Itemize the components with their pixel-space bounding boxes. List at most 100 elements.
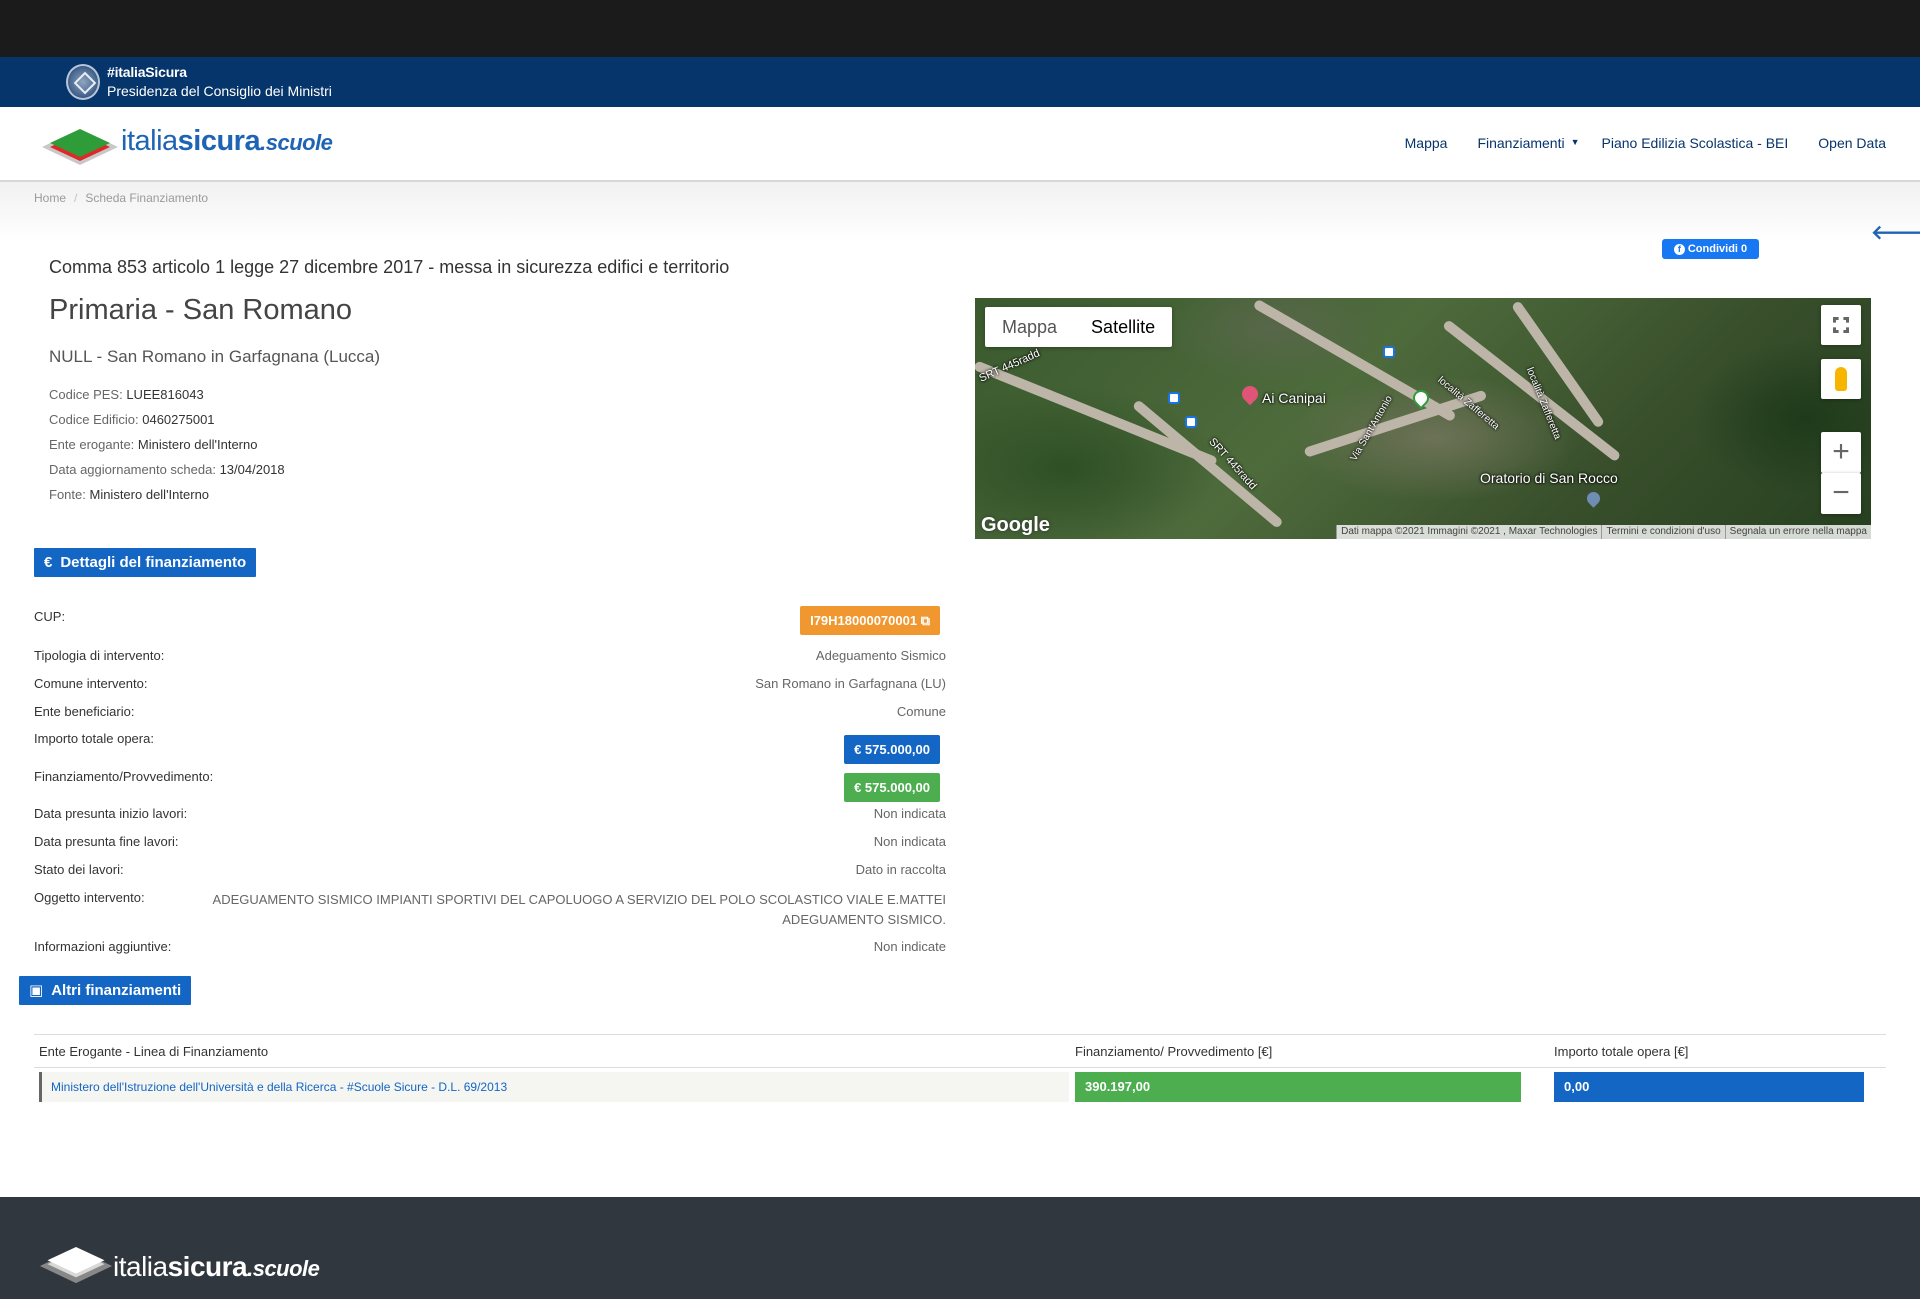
breadcrumb-separator: / — [74, 191, 78, 205]
importo-badge: € 575.000,00 — [844, 735, 940, 764]
meta-value: 13/04/2018 — [219, 462, 285, 477]
logo-part-sicura: sicura — [177, 125, 261, 157]
table-row-importo: 0,00 — [1554, 1072, 1864, 1102]
detail-value: Comune — [896, 704, 946, 719]
euro-icon: € — [44, 554, 53, 571]
meta-label: Codice Edificio: — [49, 412, 139, 427]
detail-value: € 575.000,00 — [844, 773, 940, 802]
map-label-ai-canipai: Ai Canipai — [1262, 390, 1326, 406]
map-type-mappa[interactable]: Mappa — [985, 307, 1074, 347]
facebook-share-button[interactable]: f Condividi 0 — [1662, 239, 1759, 259]
logo-icon[interactable] — [40, 125, 120, 169]
detail-label: Finanziamento/Provvedimento: — [34, 769, 214, 784]
footer-logo-part-scuole: .scuole — [247, 1256, 320, 1281]
column-header-ente: Ente Erogante - Linea di Finanziamento — [39, 1044, 269, 1059]
breadcrumb-home[interactable]: Home — [34, 191, 66, 205]
footer-logo-icon[interactable] — [38, 1245, 114, 1287]
share-label: Condividi 0 — [1687, 243, 1748, 255]
footer-logo-text[interactable]: italiasicura.scuole — [113, 1251, 320, 1283]
detail-label: Comune intervento: — [34, 676, 148, 691]
map-road — [975, 360, 1218, 468]
map-data-credit: Dati mappa ©2021 Immagini ©2021 , Maxar … — [1336, 525, 1601, 539]
detail-value: Adeguamento Sismico — [815, 648, 946, 663]
meta-codice-edificio: Codice Edificio: 0460275001 — [49, 412, 215, 427]
detail-value: ADEGUAMENTO SISMICO IMPIANTI SPORTIVI DE… — [212, 892, 946, 927]
detail-label: Oggetto intervento: — [34, 890, 145, 905]
meta-value: 0460275001 — [142, 412, 215, 427]
bus-stop-icon[interactable] — [1383, 346, 1395, 358]
footer-logo-part-sicura: sicura — [167, 1251, 248, 1282]
school-title: Primaria - San Romano — [49, 294, 352, 326]
meta-label: Fonte: — [49, 487, 86, 502]
cup-link-button[interactable]: I79H18000070001 ⧉ — [800, 606, 940, 635]
footer-logo-part-italia: italia — [113, 1251, 168, 1282]
dettagli-finanziamento-button[interactable]: € Dettagli del finanziamento — [34, 548, 257, 577]
bus-stop-icon[interactable] — [1185, 416, 1197, 428]
logo-part-italia: italia — [121, 125, 178, 157]
main-nav: Mappa Finanziamenti ▼ Piano Edilizia Scol… — [1375, 135, 1886, 151]
altri-label: Altri finanziamenti — [51, 982, 182, 999]
street-view-button[interactable] — [1821, 359, 1861, 399]
dettagli-label: Dettagli del finanziamento — [60, 554, 247, 571]
detail-value: San Romano in Garfagnana (LU) — [755, 676, 946, 691]
map-type-satellite[interactable]: Satellite — [1074, 307, 1172, 347]
satellite-map[interactable]: Mappa Satellite + − Ai Canipai Oratorio … — [975, 298, 1871, 539]
cup-value: I79H18000070001 — [810, 613, 918, 628]
church-pin-icon[interactable] — [1584, 489, 1603, 508]
back-arrow-icon[interactable]: 🡐 — [1871, 220, 1920, 245]
logo-part-scuole: .scuole — [260, 130, 333, 155]
gov-name[interactable]: Presidenza del Consiglio dei Ministri — [107, 83, 332, 99]
detail-label: Data presunta fine lavori: — [34, 834, 179, 849]
map-report-error-link[interactable]: Segnala un errore nella mappa — [1724, 525, 1871, 539]
meta-value: Ministero dell'Interno — [137, 437, 258, 452]
detail-value: Non indicata — [873, 806, 946, 821]
detail-label: Importo totale opera: — [34, 731, 154, 746]
meta-ente-erogante: Ente erogante: Ministero dell'Interno — [49, 437, 257, 452]
gov-tag[interactable]: #italiaSicura — [107, 64, 187, 80]
restaurant-pin-icon[interactable] — [1238, 382, 1262, 406]
meta-label: Codice PES: — [49, 387, 123, 402]
breadcrumb: Home / Scheda Finanziamento — [34, 191, 208, 205]
detail-value: € 575.000,00 — [844, 735, 940, 764]
nav-mappa[interactable]: Mappa — [1405, 135, 1448, 151]
facebook-icon: f — [1673, 244, 1685, 255]
zoom-out-button[interactable]: − — [1821, 473, 1861, 514]
detail-value: Non indicata — [873, 834, 946, 849]
zoom-in-button[interactable]: + — [1821, 432, 1861, 473]
table-row-finanziamento: 390.197,00 — [1075, 1072, 1521, 1102]
external-link-icon: ⧉ — [920, 613, 930, 628]
google-logo: Google — [981, 514, 1050, 536]
nav-open-data[interactable]: Open Data — [1818, 135, 1886, 151]
map-type-control: Mappa Satellite — [985, 307, 1173, 347]
finanziamento-badge: € 575.000,00 — [844, 773, 940, 802]
government-bar: #italiaSicura Presidenza del Consiglio d… — [0, 57, 1920, 107]
map-terms-link[interactable]: Termini e condizioni d'uso — [1601, 525, 1724, 539]
meta-label: Data aggiornamento scheda: — [49, 462, 216, 477]
detail-label: Tipologia di intervento: — [34, 648, 165, 663]
column-header-finanziamento: Finanziamento/ Provvedimento [€] — [1075, 1044, 1273, 1059]
pegman-icon — [1835, 367, 1847, 391]
fullscreen-button[interactable] — [1821, 305, 1861, 345]
detail-label: Stato dei lavori: — [34, 862, 124, 877]
table-row-ente-link[interactable]: Ministero dell'Istruzione dell'Universit… — [39, 1072, 1069, 1102]
map-label-oratorio: Oratorio di San Rocco — [1480, 470, 1618, 486]
nav-finanziamenti[interactable]: Finanziamenti ▼ — [1477, 135, 1579, 151]
meta-value: LUEE816043 — [126, 387, 204, 402]
bus-stop-icon[interactable] — [1168, 392, 1180, 404]
caret-down-icon: ▼ — [1570, 137, 1580, 147]
altri-finanziamenti-button[interactable]: ▣ Altri finanziamenti — [19, 976, 192, 1005]
detail-label: Data presunta inizio lavori: — [34, 806, 188, 821]
nav-finanziamenti-label: Finanziamenti — [1477, 135, 1565, 151]
table-header: Ente Erogante - Linea di Finanziamento F… — [34, 1034, 1886, 1068]
law-title: Comma 853 articolo 1 legge 27 dicembre 2… — [49, 257, 730, 277]
logo-text[interactable]: italiasicura.scuole — [121, 125, 333, 158]
breadcrumb-bar: Home / Scheda Finanziamento — [0, 182, 1920, 242]
school-location: NULL - San Romano in Garfagnana (Lucca) — [49, 347, 381, 366]
browser-top-bar — [0, 0, 1920, 57]
column-header-importo: Importo totale opera [€] — [1554, 1044, 1689, 1059]
detail-value: I79H18000070001 ⧉ — [800, 606, 940, 635]
main-navbar: italiasicura.scuole Mappa Finanziamenti ▼… — [0, 107, 1920, 182]
breadcrumb-current: Scheda Finanziamento — [85, 191, 209, 205]
republic-emblem-icon — [66, 64, 100, 100]
nav-piano-edilizia[interactable]: Piano Edilizia Scolastica - BEI — [1602, 135, 1789, 151]
